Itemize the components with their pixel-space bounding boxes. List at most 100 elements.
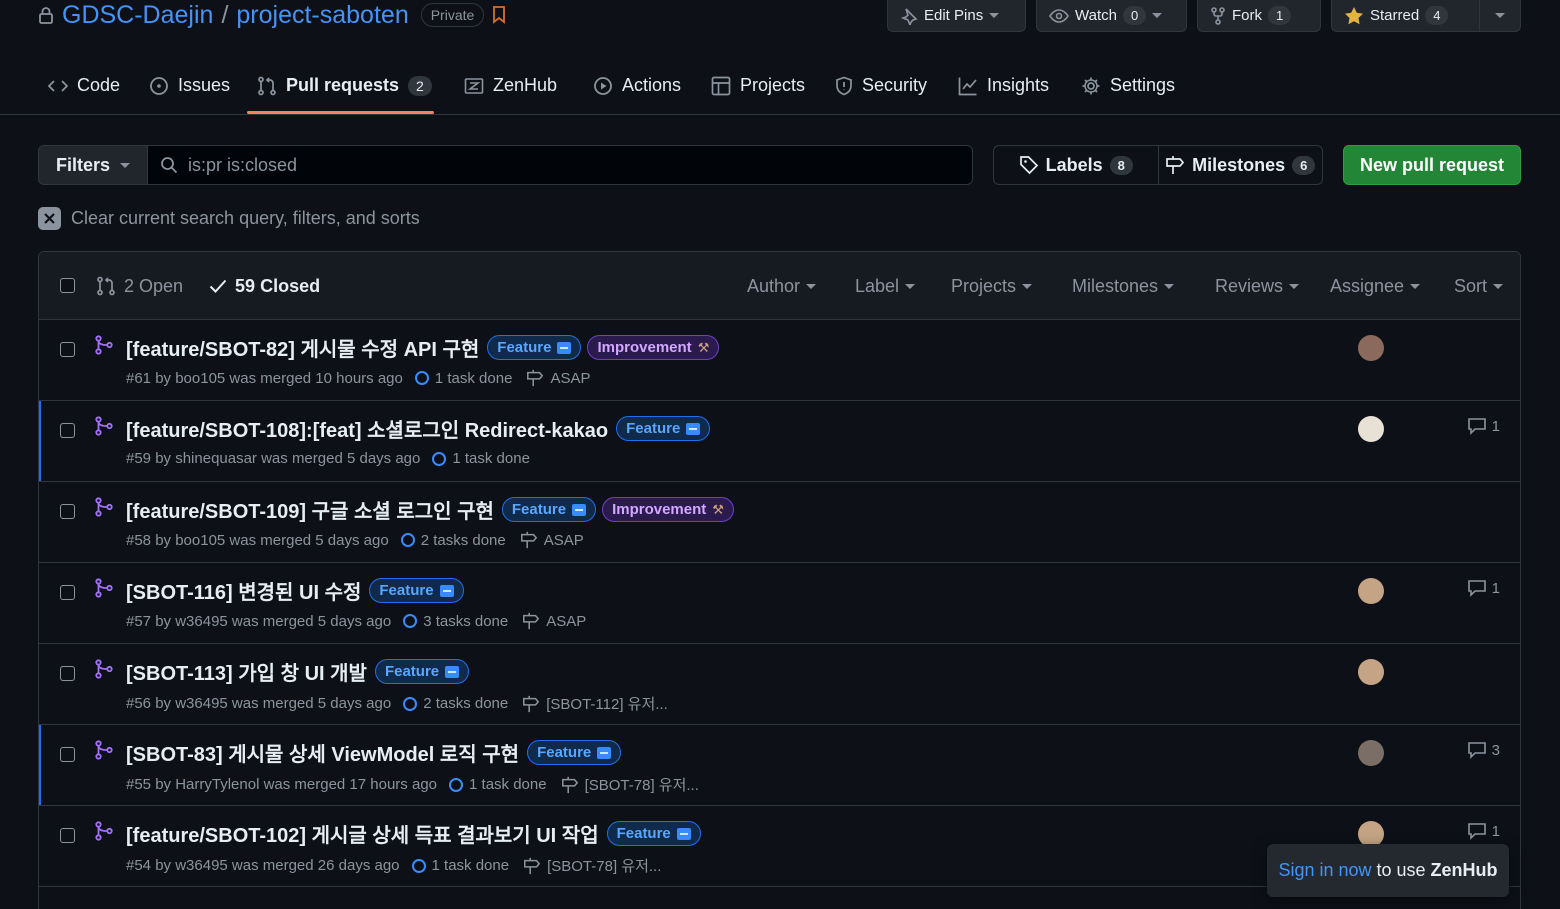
label-feature[interactable]: Feature xyxy=(374,659,470,684)
row-checkbox[interactable] xyxy=(60,747,75,762)
fork-button[interactable]: Fork 1 xyxy=(1197,0,1321,32)
bookmark-icon[interactable] xyxy=(492,6,506,24)
projects-filter-label: Projects xyxy=(951,275,1017,296)
pr-title-link[interactable]: [SBOT-113] 가입 창 UI 개발 xyxy=(126,657,367,686)
comments-link[interactable]: 3 xyxy=(1467,741,1500,759)
clear-query-link[interactable]: Clear current search query, filters, and… xyxy=(38,207,420,230)
filters-dropdown[interactable]: Filters xyxy=(38,145,148,185)
zenhub-sign-in-link[interactable]: Sign in now xyxy=(1278,860,1371,881)
search-input[interactable] xyxy=(188,154,948,176)
tab-security[interactable]: Security xyxy=(825,62,937,109)
task-progress-icon xyxy=(411,858,426,873)
label-feature[interactable]: Feature xyxy=(616,416,711,441)
pull-requests-count: 2 xyxy=(408,75,432,96)
tab-code[interactable]: Code xyxy=(38,62,130,109)
avatar[interactable] xyxy=(1358,578,1384,604)
row-checkbox[interactable] xyxy=(60,423,75,438)
git-merge-icon xyxy=(95,335,113,355)
pr-title-link[interactable]: [feature/SBOT-82] 게시물 수정 API 구현 xyxy=(126,333,479,362)
labels-button[interactable]: Labels 8 xyxy=(994,146,1158,184)
table-row[interactable]: [SBOT-83] 게시물 상세 ViewModel 로직 구현 Feature #… xyxy=(39,725,1520,806)
sort-filter[interactable]: Sort xyxy=(1454,252,1504,320)
repo-owner-link[interactable]: GDSC-Daejin xyxy=(62,1,213,30)
author-filter[interactable]: Author xyxy=(747,252,817,320)
row-checkbox[interactable] xyxy=(60,828,75,843)
new-pull-request-button[interactable]: New pull request xyxy=(1343,145,1521,185)
label-feature[interactable]: Feature xyxy=(501,497,597,522)
table-row[interactable]: [SBOT-116] 변경된 UI 수정 Feature #57 by w36495… xyxy=(39,563,1520,644)
star-list-dropdown[interactable] xyxy=(1479,0,1521,32)
pr-meta: #58 by boo105 was merged 5 days ago 2 tas… xyxy=(126,531,584,549)
label-filter[interactable]: Label xyxy=(855,252,916,320)
tab-actions[interactable]: Actions xyxy=(583,62,691,109)
milestone-icon xyxy=(523,857,541,875)
label-feature[interactable]: Feature xyxy=(527,740,622,765)
pr-meta-text: #56 by w36495 was merged 5 days ago xyxy=(126,695,392,712)
repo-name-link[interactable]: project-saboten xyxy=(236,1,408,30)
label-improvement[interactable]: Improvement ⚒ xyxy=(602,497,734,522)
open-filter[interactable]: 2 Open xyxy=(96,276,183,297)
row-milestone[interactable]: [SBOT-78] 유저... xyxy=(523,855,661,876)
tab-pull-requests[interactable]: Pull requests 2 xyxy=(247,62,442,109)
fork-label: Fork xyxy=(1232,7,1262,24)
label-feature[interactable]: Feature xyxy=(606,821,701,846)
edit-pins-button[interactable]: Edit Pins xyxy=(887,0,1026,32)
search-field[interactable] xyxy=(147,145,973,185)
closed-filter[interactable]: 59 Closed xyxy=(209,276,320,297)
row-checkbox[interactable] xyxy=(60,504,75,519)
pr-title-link[interactable]: [feature/SBOT-108]:[feat] 소셜로그인 Redirect… xyxy=(126,414,608,443)
row-milestone[interactable]: ASAP xyxy=(520,531,584,549)
pr-title-link[interactable]: [SBOT-116] 변경된 UI 수정 xyxy=(126,576,361,605)
milestone-label: [SBOT-78] 유저... xyxy=(584,777,699,794)
comment-icon xyxy=(1467,741,1487,759)
comments-link[interactable]: 1 xyxy=(1467,417,1500,435)
play-icon xyxy=(593,76,613,96)
row-milestone[interactable]: [SBOT-78] 유저... xyxy=(561,774,699,795)
comments-link[interactable]: 1 xyxy=(1467,822,1500,840)
assignee-filter[interactable]: Assignee xyxy=(1330,252,1421,320)
label-improvement[interactable]: Improvement ⚒ xyxy=(587,335,720,360)
row-checkbox[interactable] xyxy=(60,342,75,357)
row-milestone[interactable]: [SBOT-112] 유저... xyxy=(522,693,668,714)
tab-zenhub[interactable]: ZenHub xyxy=(454,62,567,109)
milestone-label: ASAP xyxy=(543,531,584,549)
pr-title-link[interactable]: [feature/SBOT-109] 구글 소셜 로그인 구현 xyxy=(126,495,494,524)
chevron-down-icon xyxy=(989,13,1000,18)
label-feature[interactable]: Feature xyxy=(369,578,464,603)
tab-settings[interactable]: Settings xyxy=(1071,62,1185,109)
table-row[interactable]: [feature/SBOT-82] 게시물 수정 API 구현 Feature Im… xyxy=(39,320,1520,401)
new-badge-icon xyxy=(439,584,454,597)
zenhub-toast-text: to use xyxy=(1371,860,1431,880)
row-checkbox[interactable] xyxy=(60,585,75,600)
avatar[interactable] xyxy=(1358,740,1384,766)
comment-count: 1 xyxy=(1491,822,1500,840)
task-progress-icon xyxy=(414,371,429,385)
milestones-button[interactable]: Milestones 6 xyxy=(1157,146,1323,184)
reviews-filter[interactable]: Reviews xyxy=(1215,252,1300,320)
table-row[interactable]: [feature/SBOT-108]:[feat] 소셜로그인 Redirect… xyxy=(39,401,1520,482)
milestones-filter[interactable]: Milestones xyxy=(1072,252,1175,320)
avatar[interactable] xyxy=(1358,416,1384,442)
pr-title-link[interactable]: [feature/SBOT-102] 게시글 상세 득표 결과보기 UI 작업 xyxy=(126,819,599,848)
projects-filter[interactable]: Projects xyxy=(951,252,1033,320)
table-row[interactable]: [SBOT-113] 가입 창 UI 개발 Feature #56 by w3649… xyxy=(39,644,1520,725)
pr-meta: #54 by w36495 was merged 26 days ago 1 ta… xyxy=(126,855,661,876)
pr-title-line: [SBOT-113] 가입 창 UI 개발 Feature xyxy=(126,657,470,686)
table-row[interactable]: [feature/SBOT-109] 구글 소셜 로그인 구현 Feature Im… xyxy=(39,482,1520,563)
tab-projects[interactable]: Projects xyxy=(701,62,815,109)
watch-button[interactable]: Watch 0 xyxy=(1036,0,1187,32)
select-all-checkbox[interactable] xyxy=(60,278,75,293)
zenhub-sign-in-toast[interactable]: Sign in now to use ZenHub xyxy=(1267,844,1509,897)
row-milestone[interactable]: ASAP xyxy=(522,612,586,630)
assignee-filter-label: Assignee xyxy=(1330,275,1405,296)
comments-link[interactable]: 1 xyxy=(1467,579,1500,597)
row-milestone[interactable]: ASAP xyxy=(526,369,590,387)
label-feature[interactable]: Feature xyxy=(487,335,582,360)
pr-title-link[interactable]: [SBOT-83] 게시물 상세 ViewModel 로직 구현 xyxy=(126,738,519,767)
avatar[interactable] xyxy=(1358,659,1384,685)
tab-issues[interactable]: Issues xyxy=(139,62,240,109)
row-checkbox[interactable] xyxy=(60,666,75,681)
starred-button[interactable]: Starred 4 xyxy=(1331,0,1480,32)
avatar[interactable] xyxy=(1358,335,1384,361)
tab-insights[interactable]: Insights xyxy=(948,62,1059,109)
